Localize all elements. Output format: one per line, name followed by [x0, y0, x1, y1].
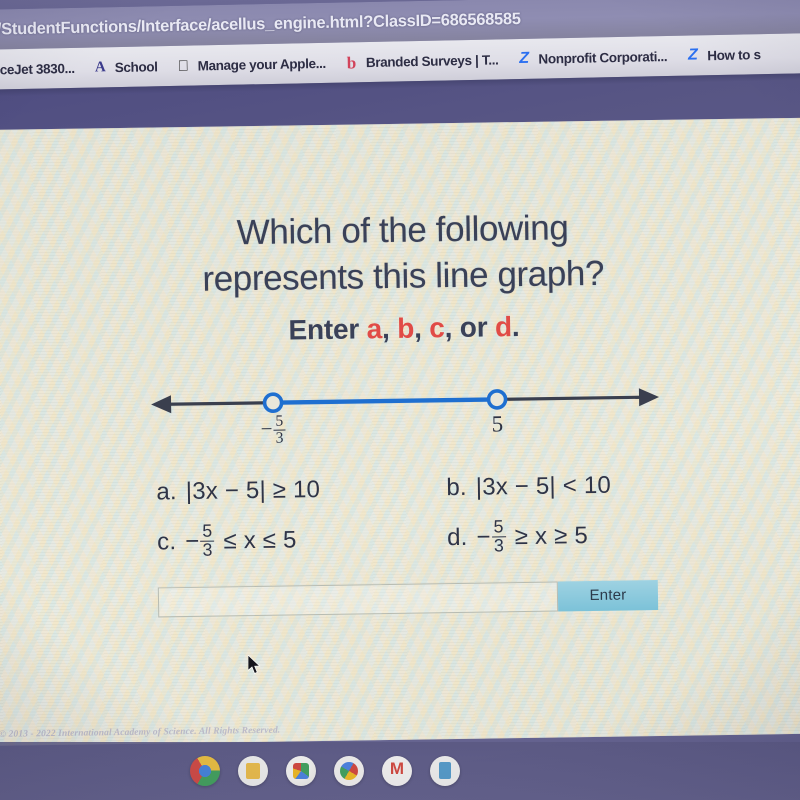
- browser-chrome: /StudentFunctions/Interface/acellus_engi…: [0, 0, 800, 112]
- maps-icon[interactable]: [286, 756, 316, 786]
- bookmark-label: ceJet 3830...: [0, 60, 75, 77]
- fraction-numerator: 5: [202, 520, 213, 541]
- choice-c-lead: c.: [156, 528, 177, 556]
- number-line-graph: −5 3 5: [145, 367, 666, 461]
- choice-c[interactable]: c. −5 3 ≤ x ≤ 5: [157, 520, 448, 561]
- fraction-numerator: 5: [493, 516, 504, 537]
- choice-d-tail: ≥ x ≥ 5: [514, 522, 589, 551]
- bookmark-item-0[interactable]: ceJet 3830...: [0, 59, 75, 78]
- answer-prompt: Enter a, b, c, or d.: [0, 307, 800, 351]
- bookmark-item-how-to[interactable]: Z How to s: [684, 46, 761, 65]
- prompt-end: .: [511, 311, 520, 343]
- fraction-denominator: 3: [273, 429, 286, 447]
- fraction-five-thirds: 53: [273, 412, 286, 447]
- photos-icon[interactable]: [334, 756, 364, 786]
- lesson-page: Which of the following represents this l…: [0, 117, 800, 746]
- endpoint-label-right: 5: [491, 411, 504, 437]
- b-letter-icon: b: [346, 52, 357, 72]
- enter-button[interactable]: Enter: [557, 579, 659, 612]
- number-line-segment: [273, 397, 498, 405]
- choice-c-tail: ≤ x ≤ 5: [223, 526, 297, 555]
- bookmark-label: Nonprofit Corporati...: [538, 48, 668, 67]
- endpoint-open-circle-right: [486, 389, 508, 410]
- apple-icon: : [174, 57, 191, 74]
- choice-a-lead: a.: [156, 478, 178, 506]
- prompt-sep2: ,: [413, 312, 430, 344]
- choice-b-lead: b.: [446, 473, 467, 502]
- endpoint-open-circle-left: [262, 392, 284, 414]
- choice-a[interactable]: a. |3x − 5| ≥ 10: [156, 474, 446, 506]
- prompt-option-a: a: [366, 313, 383, 345]
- choice-c-sign: −: [185, 528, 200, 556]
- choice-d[interactable]: d. −5 3 ≥ x ≥ 5: [446, 516, 658, 557]
- z-letter-icon: Z: [519, 49, 529, 67]
- lesson-content: Which of the following represents this l…: [0, 118, 800, 620]
- answer-choices: a. |3x − 5| ≥ 10 b. |3x − 5| < 10 c. −5 3…: [156, 471, 657, 561]
- page-title: Which of the following represents this l…: [0, 202, 800, 305]
- prompt-sep1: ,: [381, 312, 398, 345]
- choice-c-fraction: 53: [200, 520, 215, 560]
- choice-b-expression: |3x − 5| < 10: [475, 471, 612, 501]
- fraction-numerator: 5: [275, 412, 284, 430]
- choice-d-lead: d.: [446, 524, 468, 552]
- bookmark-item-school[interactable]: A School: [92, 58, 158, 76]
- z-letter-icon: Z: [687, 46, 698, 64]
- mouse-cursor-icon: [248, 655, 261, 674]
- prompt-option-b: b: [396, 312, 415, 344]
- bookmark-label: How to s: [707, 46, 761, 63]
- prompt-prefix: Enter: [288, 313, 367, 346]
- apps-icon: A: [94, 58, 106, 76]
- docs-icon[interactable]: [430, 756, 460, 786]
- fraction-denominator: 3: [200, 539, 215, 560]
- choice-b[interactable]: b. |3x − 5| < 10: [446, 471, 656, 502]
- screen-photo: /StudentFunctions/Interface/acellus_engi…: [0, 0, 800, 800]
- url-text[interactable]: /StudentFunctions/Interface/acellus_engi…: [0, 9, 521, 39]
- number-line-svg: [151, 388, 660, 414]
- bookmark-item-apple[interactable]:  Manage your Apple...: [174, 54, 326, 74]
- taskbar: [0, 742, 800, 800]
- arrow-left-icon: [151, 395, 172, 414]
- bookmark-item-branded-surveys[interactable]: b Branded Surveys | T...: [343, 51, 499, 72]
- arrow-right-icon: [638, 388, 660, 407]
- bookmark-label: School: [114, 58, 158, 75]
- slides-icon[interactable]: [238, 756, 268, 786]
- choice-d-sign: −: [476, 523, 491, 551]
- fraction-denominator: 3: [491, 535, 507, 556]
- choice-d-fraction: 53: [491, 516, 507, 556]
- endpoint-label-left: −5 3: [243, 412, 303, 447]
- choices-row-1: a. |3x − 5| ≥ 10 b. |3x − 5| < 10: [156, 471, 656, 506]
- gmail-icon[interactable]: [382, 756, 412, 786]
- bookmark-label: Branded Surveys | T...: [365, 51, 499, 70]
- prompt-option-d: d: [494, 311, 513, 343]
- bookmark-item-nonprofit[interactable]: Z Nonprofit Corporati...: [515, 48, 667, 68]
- chrome-icon[interactable]: [190, 756, 220, 786]
- answer-entry-row: Enter: [157, 579, 659, 617]
- endpoint-label-left-sign: −: [260, 416, 273, 441]
- answer-input[interactable]: [157, 581, 559, 617]
- bookmark-label: Manage your Apple...: [197, 55, 327, 73]
- choices-row-2: c. −5 3 ≤ x ≤ 5 d. −5 3 ≥ x ≥ 5: [157, 516, 658, 561]
- choice-a-expression: |3x − 5| ≥ 10: [185, 476, 321, 506]
- prompt-sep3: , or: [444, 311, 496, 344]
- footer-copyright: © 2013 - 2022 International Academy of S…: [0, 725, 281, 740]
- prompt-option-c: c: [429, 312, 445, 344]
